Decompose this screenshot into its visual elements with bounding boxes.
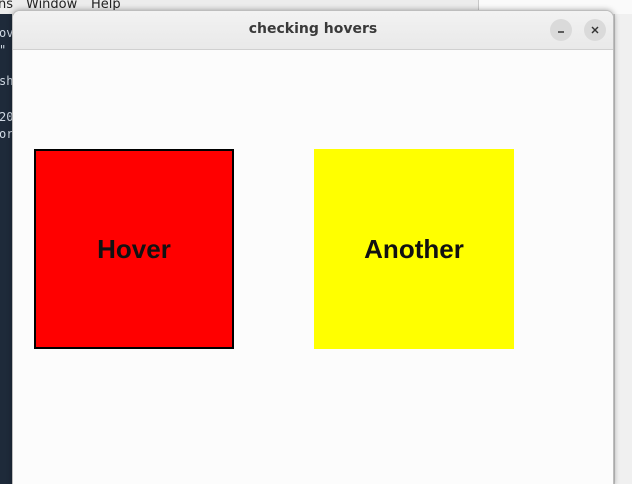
close-button[interactable] (584, 19, 606, 41)
code-fragment: " (0, 43, 6, 57)
menu-item-partial[interactable]: ns (0, 0, 13, 13)
app-window: checking hovers Hover Another (12, 10, 614, 484)
window-content: Hover Another (13, 50, 613, 484)
another-box[interactable]: Another (314, 149, 514, 349)
background-editor: ov " sho 20 or (0, 14, 12, 484)
code-fragment: or (0, 127, 12, 141)
window-titlebar[interactable]: checking hovers (13, 11, 613, 50)
minimize-icon (558, 31, 564, 33)
minimize-button[interactable] (550, 19, 572, 41)
close-icon (591, 26, 599, 34)
code-fragment: ov (0, 26, 12, 40)
background-right-strip (614, 14, 632, 484)
code-fragment: 20 (0, 110, 12, 124)
hover-box-label: Hover (97, 233, 171, 264)
window-title: checking hovers (248, 21, 378, 37)
code-fragment: sho (0, 74, 12, 88)
desktop: ns Window Help ov " sho 20 or checking h… (0, 0, 632, 484)
another-box-label: Another (364, 233, 464, 264)
hover-box[interactable]: Hover (34, 149, 234, 349)
